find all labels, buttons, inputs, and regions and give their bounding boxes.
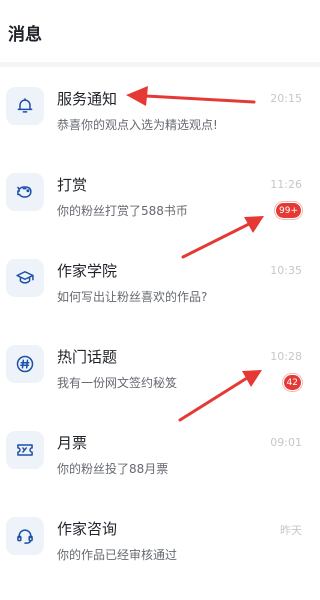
item-title: 打赏: [57, 176, 88, 194]
page-title: 消息: [8, 25, 42, 45]
message-list: 服务通知 恭喜你的观点入选为精选观点! 20:15 打赏 你的粉丝打赏了588书…: [0, 67, 320, 600]
graduation-cap-icon: [6, 259, 44, 297]
unread-badge: 42: [282, 374, 302, 391]
item-subtitle: 我有一份网文签约秘笈: [57, 376, 178, 390]
item-subtitle: 恭喜你的观点入选为精选观点!: [57, 118, 218, 132]
list-item-writer-consult[interactable]: 作家咨询 你的作品已经审核通过 昨天: [0, 497, 320, 583]
item-time: 20:15: [270, 92, 302, 105]
piggy-bank-icon: [6, 173, 44, 211]
item-title: 作家学院: [57, 262, 118, 280]
bell-icon: [6, 87, 44, 125]
messages-page: 消息 服务通知 恭喜你的观点入选为精选观点! 20:15 打赏 你的粉丝打赏了5…: [0, 0, 320, 600]
item-time: 10:35: [270, 264, 302, 277]
item-subtitle: 你的作品已经审核通过: [57, 548, 178, 562]
item-title: 月票: [57, 434, 88, 452]
list-item-writer-academy[interactable]: 作家学院 如何写出让粉丝喜欢的作品? 10:35: [0, 239, 320, 325]
item-title: 作家咨询: [57, 520, 118, 538]
unread-badge: 99+: [275, 202, 302, 219]
list-item-monthly-ticket[interactable]: 月票 你的粉丝投了88月票 09:01: [0, 411, 320, 497]
hashtag-icon: [6, 345, 44, 383]
item-time: 09:01: [270, 436, 302, 449]
headset-icon: [6, 517, 44, 555]
item-time: 11:26: [270, 178, 302, 191]
item-time: 10:28: [270, 350, 302, 363]
header: 消息: [0, 0, 320, 62]
item-subtitle: 你的粉丝打赏了588书币: [57, 204, 188, 218]
item-subtitle: 你的粉丝投了88月票: [57, 462, 169, 476]
item-time: 昨天: [280, 524, 302, 537]
list-item-reward[interactable]: 打赏 你的粉丝打赏了588书币 11:26 99+: [0, 153, 320, 239]
item-title: 热门话题: [57, 348, 118, 366]
ticket-icon: [6, 431, 44, 469]
list-item-hot-topics[interactable]: 热门话题 我有一份网文签约秘笈 10:28 42: [0, 325, 320, 411]
item-subtitle: 如何写出让粉丝喜欢的作品?: [57, 290, 208, 304]
item-title: 服务通知: [57, 90, 118, 108]
list-item-service-notice[interactable]: 服务通知 恭喜你的观点入选为精选观点! 20:15: [0, 67, 320, 153]
